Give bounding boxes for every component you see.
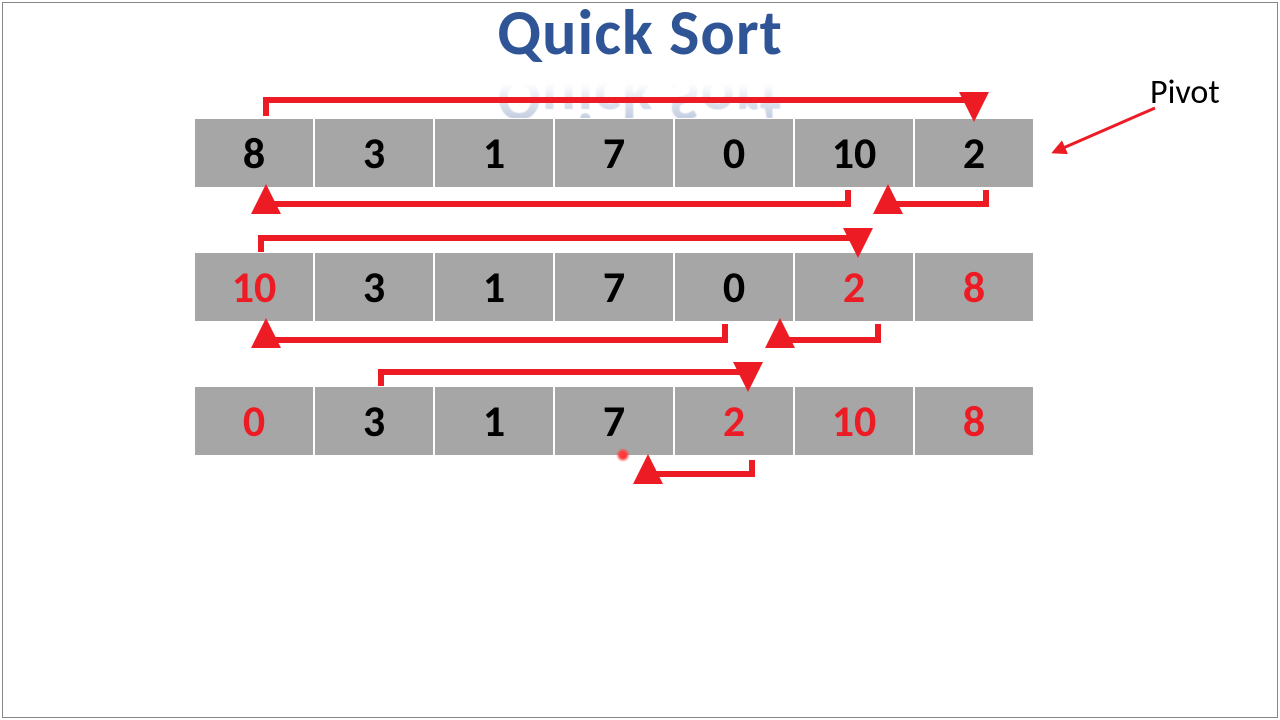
array-cell: 10 <box>194 252 314 322</box>
array-cell: 3 <box>314 118 434 188</box>
array-cell: 3 <box>314 252 434 322</box>
array-cell: 10 <box>794 118 914 188</box>
array-row: 10317028 <box>194 252 1034 320</box>
array-cell: 7 <box>554 252 674 322</box>
pivot-label: Pivot <box>1150 72 1220 113</box>
array-cell: 1 <box>434 252 554 322</box>
array-row: 83170102 <box>194 118 1034 186</box>
laser-pointer-icon <box>616 448 630 462</box>
array-cell: 8 <box>194 118 314 188</box>
array-cell: 2 <box>914 118 1034 188</box>
array-cell: 0 <box>674 252 794 322</box>
array-cell: 1 <box>434 118 554 188</box>
array-cell: 7 <box>554 386 674 456</box>
array-cell: 7 <box>554 118 674 188</box>
row-gap <box>194 186 1034 252</box>
array-cell: 2 <box>674 386 794 456</box>
array-cell: 1 <box>434 386 554 456</box>
array-cell: 2 <box>794 252 914 322</box>
array-cell: 10 <box>794 386 914 456</box>
array-cell: 3 <box>314 386 434 456</box>
array-rows: 831701021031702803172108 <box>194 118 1034 454</box>
array-row: 03172108 <box>194 386 1034 454</box>
array-cell: 0 <box>194 386 314 456</box>
array-cell: 0 <box>674 118 794 188</box>
array-cell: 8 <box>914 386 1034 456</box>
row-gap <box>194 320 1034 386</box>
array-cell: 8 <box>914 252 1034 322</box>
